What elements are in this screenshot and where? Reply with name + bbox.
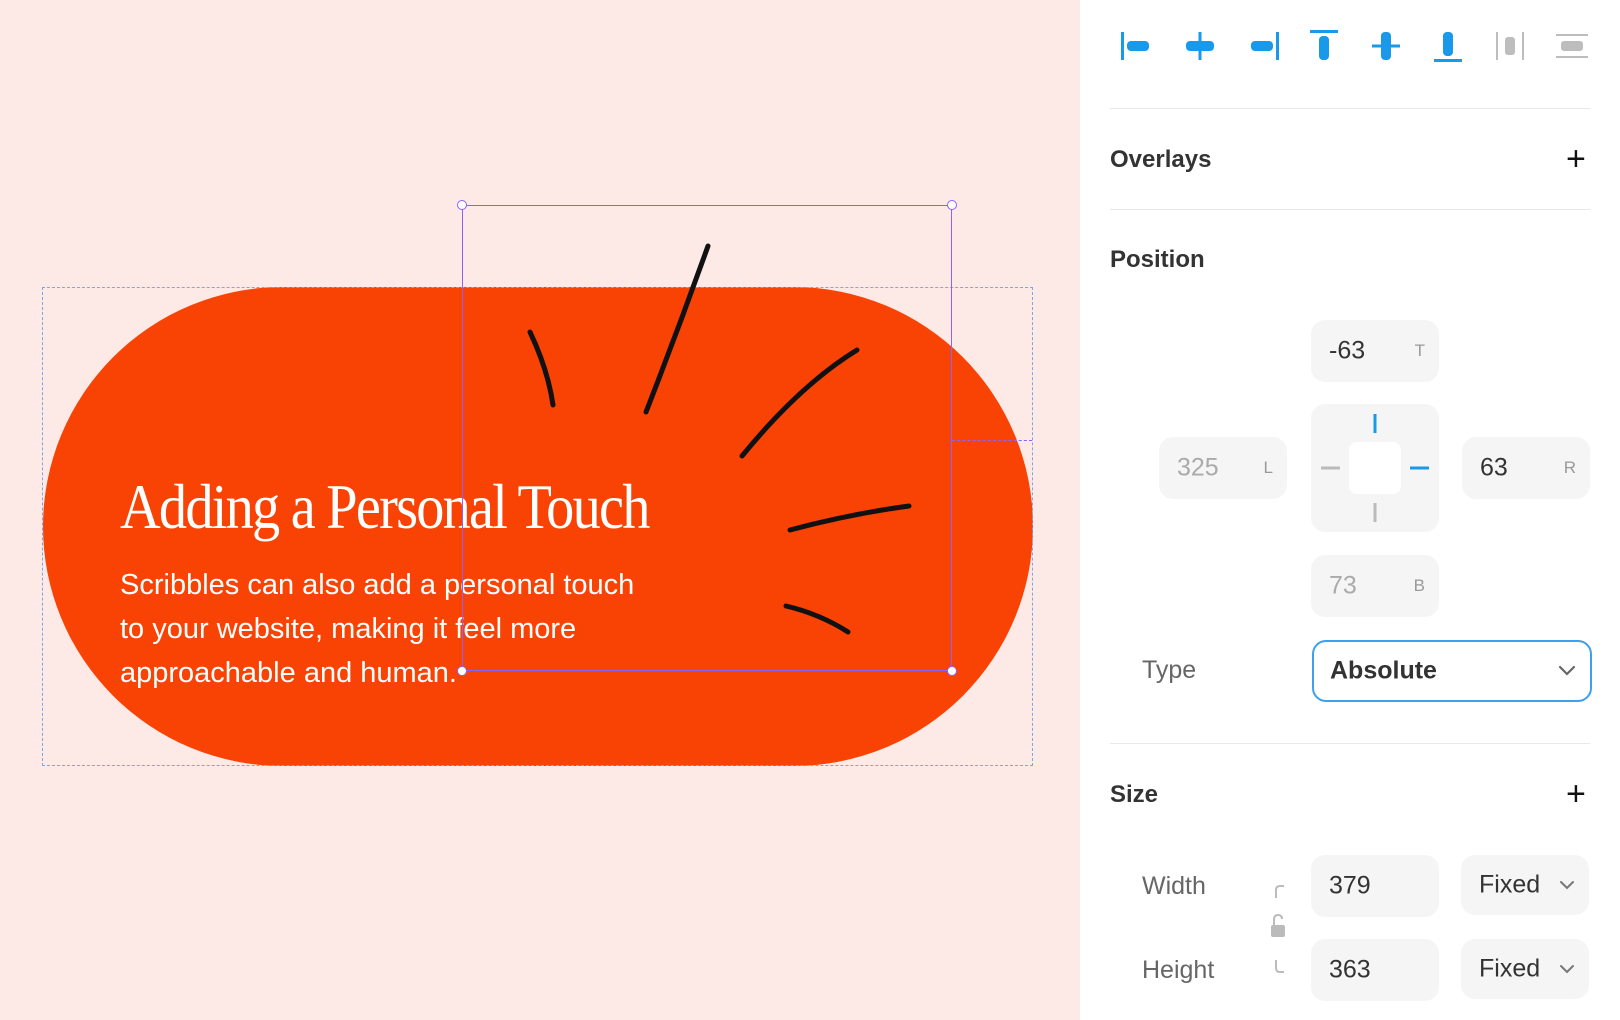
position-left-suffix: L (1263, 458, 1273, 477)
right-distance-guide (952, 440, 1032, 441)
position-bottom-value: 73 (1329, 571, 1357, 600)
align-top-icon[interactable] (1304, 26, 1344, 66)
size-title: Size (1110, 781, 1159, 808)
position-right-value: 63 (1480, 453, 1508, 482)
height-label: Height (1142, 956, 1215, 984)
constraint-widget[interactable] (1311, 404, 1439, 532)
width-mode-value: Fixed (1479, 870, 1541, 899)
position-title: Position (1110, 246, 1205, 273)
chevron-down-icon (1560, 965, 1574, 974)
position-right-input[interactable]: 63 R (1462, 437, 1590, 499)
position-left-value: 325 (1177, 453, 1219, 482)
divider (1110, 108, 1590, 109)
width-input[interactable]: 379 (1311, 855, 1439, 917)
position-type-select[interactable]: Absolute (1312, 640, 1592, 702)
overlays-title: Overlays (1110, 146, 1212, 173)
scribble-selection-box[interactable] (462, 205, 952, 671)
resize-handle-bottom-right[interactable] (947, 666, 957, 676)
position-top-suffix: T (1414, 341, 1425, 360)
divider (1110, 743, 1590, 744)
constraint-right-pin (1410, 466, 1429, 470)
design-canvas[interactable]: Adding a Personal Touch Scribbles can al… (0, 0, 1080, 1020)
constraint-top-pin (1373, 414, 1377, 433)
align-horizontal-center-icon[interactable] (1180, 26, 1220, 66)
position-top-value: -63 (1329, 336, 1366, 365)
position-bottom-suffix: B (1413, 576, 1425, 595)
divider (1110, 209, 1590, 210)
type-label: Type (1142, 656, 1197, 684)
constraint-center-square (1349, 442, 1401, 494)
position-right-suffix: R (1563, 458, 1576, 477)
position-top-input[interactable]: -63 T (1311, 320, 1439, 382)
align-vertical-center-icon[interactable] (1366, 26, 1406, 66)
aspect-ratio-lock-icon[interactable] (1266, 880, 1296, 980)
resize-handle-top-left[interactable] (457, 200, 467, 210)
height-mode-select[interactable]: Fixed (1461, 939, 1589, 999)
height-value: 363 (1329, 955, 1371, 984)
width-label: Width (1142, 872, 1206, 900)
resize-handle-bottom-left[interactable] (457, 666, 467, 676)
add-overlay-button[interactable]: + (1566, 142, 1586, 176)
chevron-down-icon (1558, 665, 1576, 676)
position-type-value: Absolute (1330, 656, 1437, 685)
chevron-down-icon (1560, 881, 1574, 890)
width-value: 379 (1329, 871, 1371, 900)
alignment-toolbar (1118, 26, 1598, 66)
constraint-bottom-pin (1373, 503, 1377, 522)
constraint-left-pin (1321, 466, 1340, 470)
align-right-icon[interactable] (1242, 26, 1282, 66)
align-bottom-icon[interactable] (1428, 26, 1468, 66)
position-left-input[interactable]: 325 L (1159, 437, 1287, 499)
height-mode-value: Fixed (1479, 954, 1541, 983)
width-mode-select[interactable]: Fixed (1461, 855, 1589, 915)
distribute-vertical-icon[interactable] (1552, 26, 1592, 66)
distribute-horizontal-icon[interactable] (1490, 26, 1530, 66)
align-left-icon[interactable] (1118, 26, 1158, 66)
add-size-button[interactable]: + (1566, 777, 1586, 811)
resize-handle-top-right[interactable] (947, 200, 957, 210)
height-input[interactable]: 363 (1311, 939, 1439, 1001)
position-bottom-input[interactable]: 73 B (1311, 555, 1439, 617)
